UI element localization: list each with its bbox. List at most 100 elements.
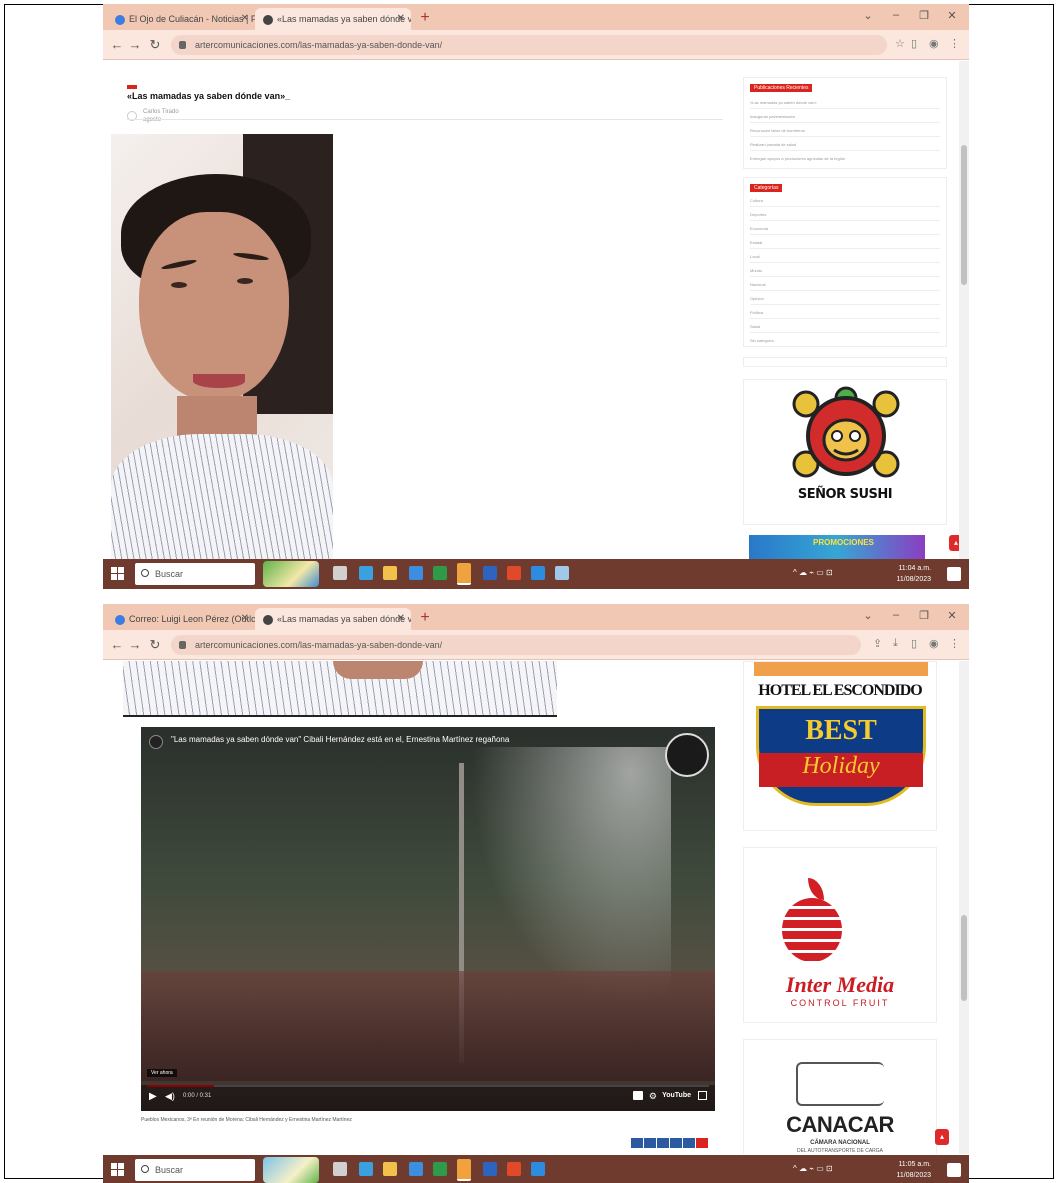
- recent-post-link[interactable]: «Las mamadas ya saben dónde van»: [750, 100, 817, 105]
- notification-icon[interactable]: [947, 567, 961, 581]
- page-scrollbar[interactable]: [959, 61, 969, 559]
- category-link[interactable]: Deportes: [750, 212, 766, 217]
- senor-sushi-ad[interactable]: SEÑOR SUSHI: [743, 379, 947, 525]
- excel-icon[interactable]: [433, 1162, 447, 1176]
- chrome-icon[interactable]: [409, 566, 423, 580]
- profile-icon[interactable]: ◉: [929, 637, 939, 650]
- store-icon[interactable]: [359, 1162, 373, 1176]
- reload-icon[interactable]: ↻: [147, 37, 163, 53]
- twitter-share-icon[interactable]: [644, 1138, 656, 1148]
- file-explorer-icon[interactable]: [383, 1162, 397, 1176]
- edge-icon[interactable]: [531, 566, 545, 580]
- category-link[interactable]: Mundo: [750, 268, 762, 273]
- task-view-icon[interactable]: [333, 566, 347, 580]
- menu-dots-icon[interactable]: ⋮: [949, 37, 960, 50]
- notification-icon[interactable]: [947, 1163, 961, 1177]
- youtube-logo[interactable]: YouTube: [662, 1092, 691, 1099]
- back-icon[interactable]: ←: [109, 37, 125, 52]
- url-input[interactable]: artercomunicaciones.com/las-mamadas-ya-s…: [171, 635, 861, 655]
- close-window-button[interactable]: ✕: [943, 9, 961, 22]
- back-icon[interactable]: ←: [109, 637, 125, 652]
- pdf-icon[interactable]: [507, 1162, 521, 1176]
- uploader-avatar[interactable]: [665, 733, 709, 777]
- forward-icon[interactable]: →: [127, 637, 143, 652]
- recent-post-link[interactable]: Inauguran pavimentación: [750, 114, 795, 119]
- new-tab-button[interactable]: +: [415, 8, 435, 28]
- tab-outlook[interactable]: Correo: Luigi Leon Pérez (Outlook) ✕: [107, 608, 255, 630]
- category-link[interactable]: Política: [750, 310, 763, 315]
- browser-active-icon[interactable]: [457, 563, 471, 585]
- pinterest-share-icon[interactable]: [696, 1138, 708, 1148]
- email-share-icon[interactable]: [670, 1138, 682, 1148]
- recent-post-link[interactable]: Entregan apoyos a productores agrícolas …: [750, 156, 845, 161]
- inter-media-ad[interactable]: Inter Media CONTROL FRUIT: [743, 847, 937, 1023]
- play-icon[interactable]: ▶: [149, 1091, 157, 1102]
- category-link[interactable]: Opinión: [750, 296, 764, 301]
- download-icon[interactable]: ⤓: [893, 637, 898, 650]
- tab-article[interactable]: «Las mamadas ya saben dónde van» ✕: [255, 608, 411, 630]
- menu-dots-icon[interactable]: ⋮: [949, 637, 960, 650]
- excel-icon[interactable]: [433, 566, 447, 580]
- recent-post-link[interactable]: Realizan jornada de salud: [750, 142, 796, 147]
- whatsapp-share-icon[interactable]: [683, 1138, 695, 1148]
- profile-icon[interactable]: ◉: [929, 37, 939, 50]
- word-icon[interactable]: [483, 566, 497, 580]
- category-link[interactable]: Cultura: [750, 198, 763, 203]
- file-explorer-icon[interactable]: [383, 566, 397, 580]
- maximize-button[interactable]: ❐: [915, 9, 933, 22]
- taskbar-clock[interactable]: 11:05 a.m. 11/08/2023: [896, 1159, 931, 1181]
- sidepanel-icon[interactable]: ▯: [911, 637, 917, 650]
- new-tab-button[interactable]: +: [415, 608, 435, 628]
- task-view-icon[interactable]: [333, 1162, 347, 1176]
- sidepanel-icon[interactable]: ▯: [911, 37, 917, 50]
- word-icon[interactable]: [483, 1162, 497, 1176]
- forward-icon[interactable]: →: [127, 37, 143, 52]
- chevron-down-icon[interactable]: ⌄: [859, 609, 877, 622]
- close-tab-icon[interactable]: ✕: [241, 608, 249, 630]
- captions-icon[interactable]: [633, 1091, 643, 1100]
- app-icon[interactable]: [555, 566, 569, 580]
- edge-icon[interactable]: [531, 1162, 545, 1176]
- close-tab-icon[interactable]: ✕: [397, 8, 405, 30]
- page-scrollbar[interactable]: [959, 661, 969, 1154]
- category-link[interactable]: Economía: [750, 226, 768, 231]
- category-link[interactable]: Estatal: [750, 240, 762, 245]
- watch-later-label[interactable]: Ver ahora: [147, 1069, 177, 1077]
- close-tab-icon[interactable]: ✕: [397, 608, 405, 630]
- taskbar-search-box[interactable]: Buscar: [135, 563, 255, 585]
- scrollbar-thumb[interactable]: [961, 145, 967, 285]
- recent-post-link[interactable]: Reconocen labor de bomberos: [750, 128, 805, 133]
- windows-start-icon[interactable]: [111, 567, 125, 581]
- bookmark-star-icon[interactable]: ☆: [895, 37, 905, 50]
- category-link[interactable]: Sin categoría: [750, 338, 774, 343]
- category-link[interactable]: Nacional: [750, 282, 766, 287]
- chrome-icon[interactable]: [409, 1162, 423, 1176]
- browser-active-icon[interactable]: [457, 1159, 471, 1181]
- taskbar-search-box[interactable]: Buscar: [135, 1159, 255, 1181]
- volume-icon[interactable]: ◀): [165, 1091, 175, 1102]
- maximize-button[interactable]: ❐: [915, 609, 933, 622]
- youtube-embed[interactable]: "Las mamadas ya saben dónde van" Cibali …: [141, 727, 715, 1111]
- weather-widget-icon[interactable]: [263, 1157, 319, 1183]
- linkedin-share-icon[interactable]: [657, 1138, 669, 1148]
- system-tray[interactable]: ^ ☁ ⌁ ▭ ⊡: [793, 568, 833, 577]
- category-link[interactable]: Local: [750, 254, 760, 259]
- pdf-icon[interactable]: [507, 566, 521, 580]
- chevron-down-icon[interactable]: ⌄: [859, 9, 877, 22]
- taskbar-clock[interactable]: 11:04 a.m. 11/08/2023: [896, 563, 931, 585]
- system-tray[interactable]: ^ ☁ ⌁ ▭ ⊡: [793, 1164, 833, 1173]
- close-tab-icon[interactable]: ✕: [241, 8, 249, 30]
- author-name[interactable]: Carlos Tirado: [143, 109, 179, 115]
- tab-article[interactable]: «Las mamadas ya saben dónde van» ✕: [255, 8, 411, 30]
- tab-facebook[interactable]: El Ojo de Culiacán - Noticias | Facebook…: [107, 8, 255, 30]
- reload-icon[interactable]: ↻: [147, 637, 163, 653]
- scroll-to-top-button[interactable]: ▴: [935, 1129, 949, 1145]
- url-input[interactable]: artercomunicaciones.com/las-mamadas-ya-s…: [171, 35, 887, 55]
- minimize-button[interactable]: –: [887, 609, 905, 621]
- promo-banner-ad[interactable]: PROMOCIONES: [749, 535, 925, 559]
- weather-widget-icon[interactable]: [263, 561, 319, 587]
- video-title[interactable]: "Las mamadas ya saben dónde van" Cibali …: [171, 735, 509, 744]
- category-link[interactable]: Salud: [750, 324, 760, 329]
- scrollbar-thumb[interactable]: [961, 915, 967, 1001]
- hotel-escondido-ad[interactable]: HOTEL EL ESCONDIDO BEST Holiday: [743, 661, 937, 831]
